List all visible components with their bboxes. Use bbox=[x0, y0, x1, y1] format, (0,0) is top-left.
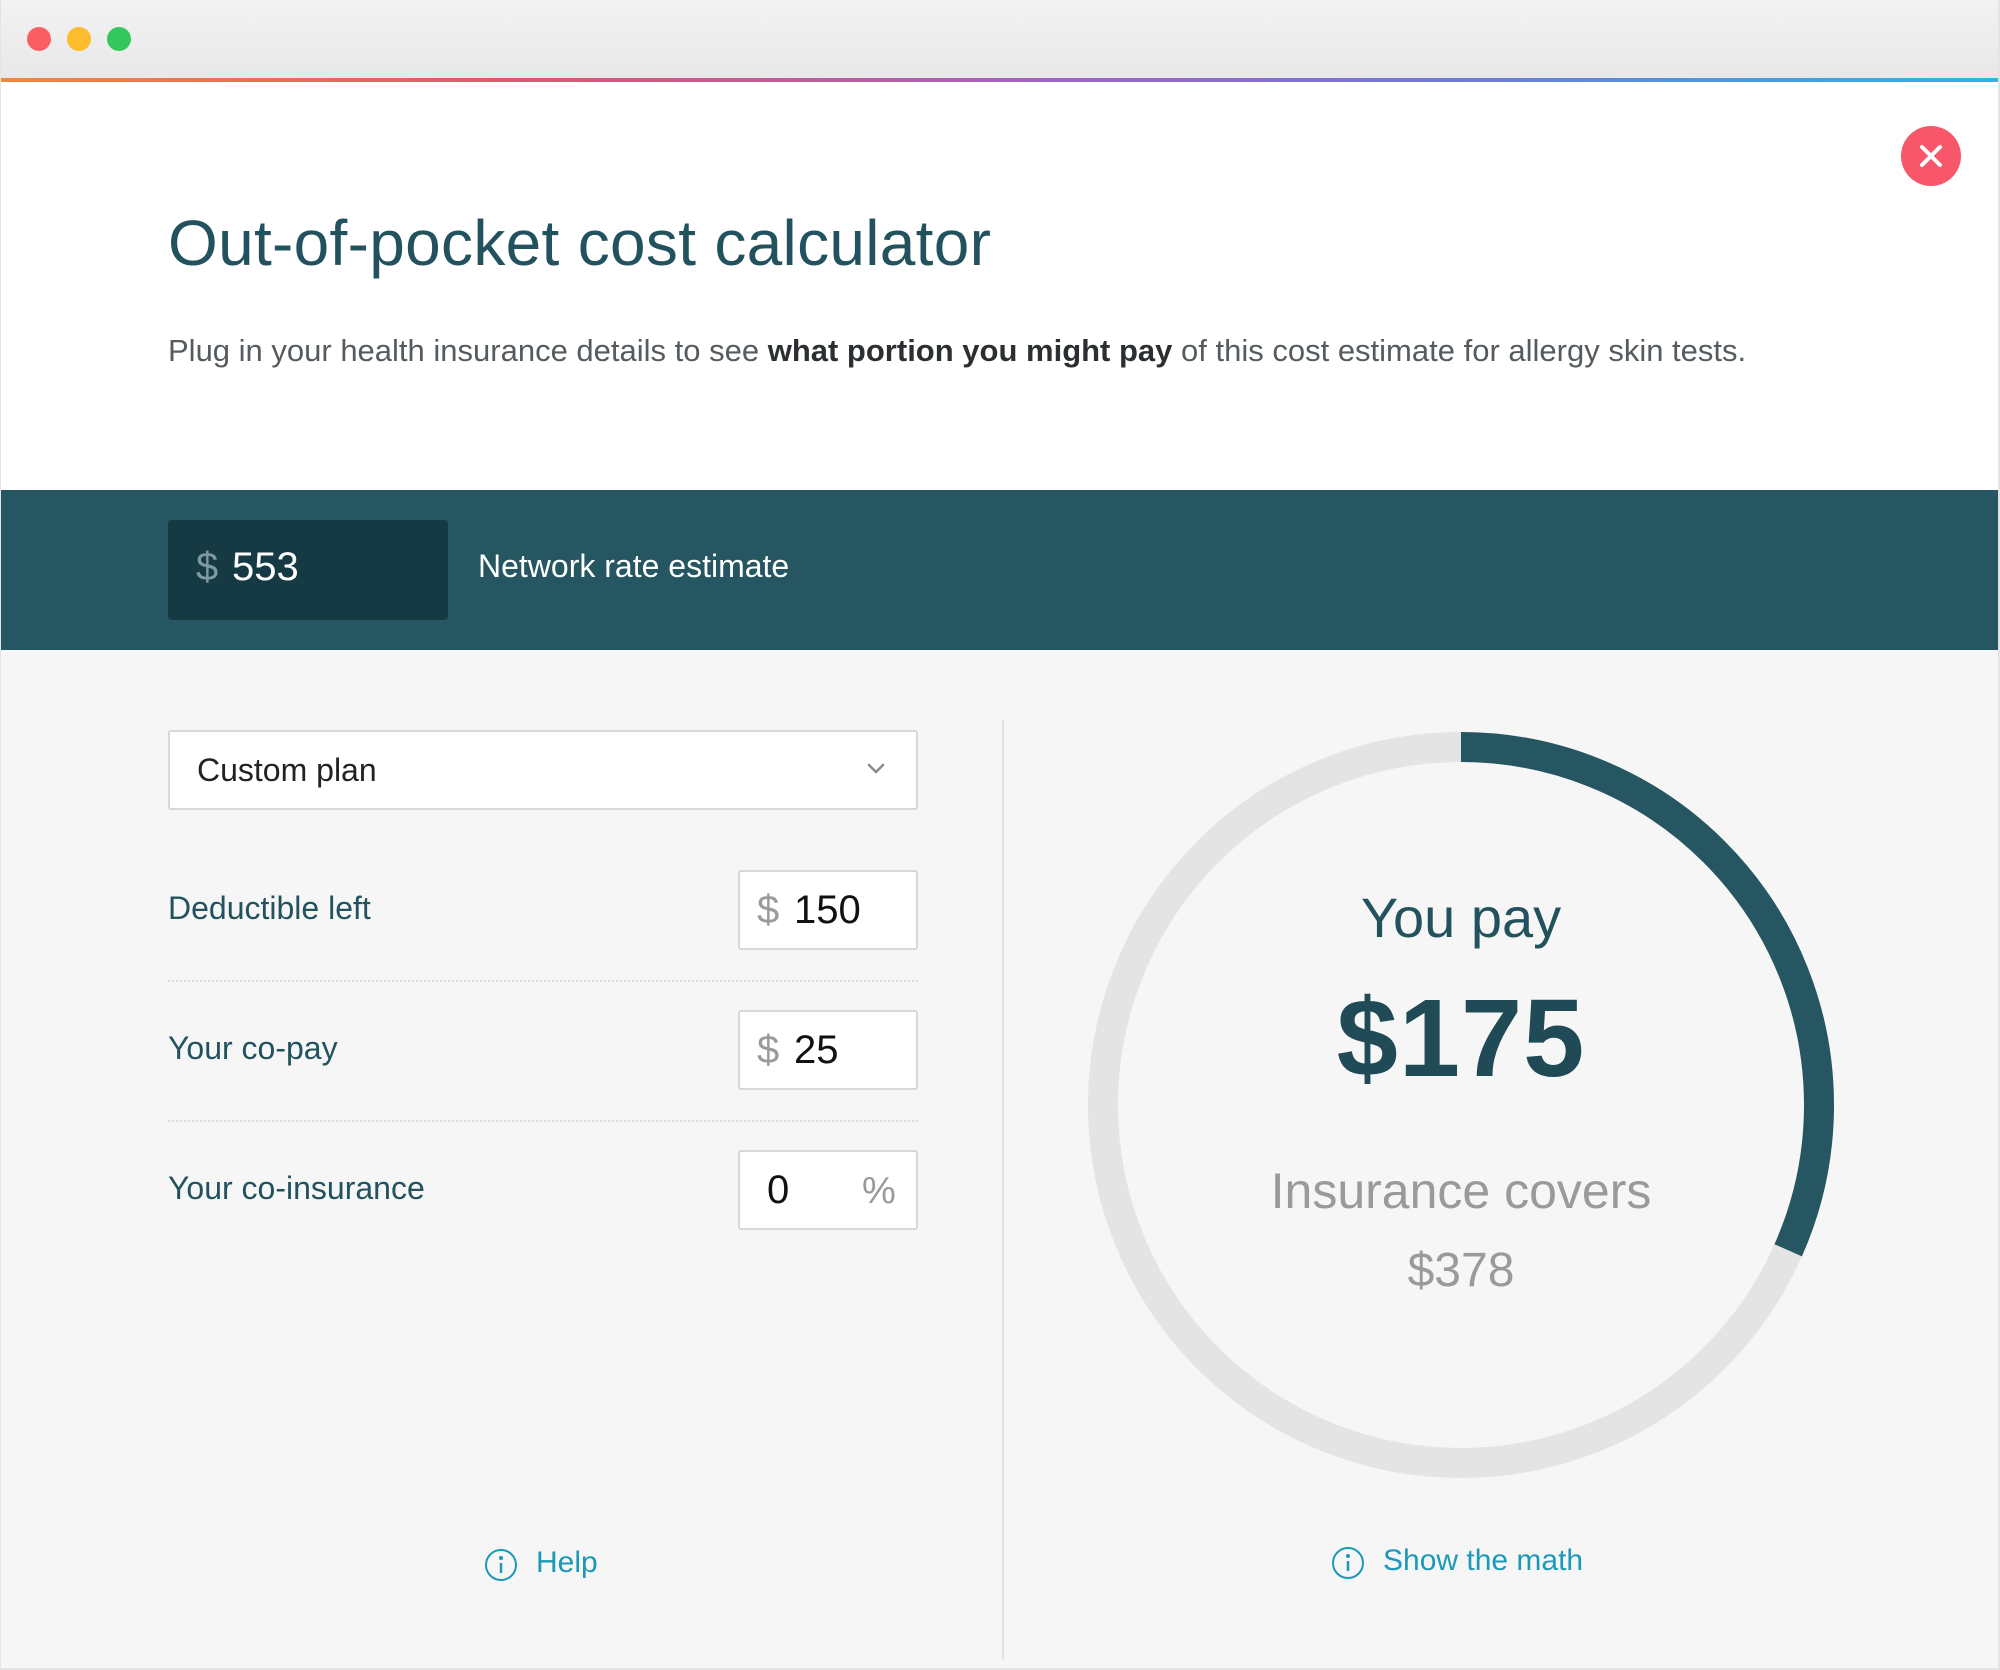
deductible-label: Deductible left bbox=[168, 890, 371, 926]
you-pay-label: You pay bbox=[1360, 886, 1562, 949]
insurance-covers-label: Insurance covers bbox=[1270, 1163, 1652, 1219]
network-rate-value: 553 bbox=[232, 545, 299, 589]
window-maximize-dot[interactable] bbox=[107, 27, 131, 51]
plan-select[interactable]: Custom plan bbox=[168, 730, 918, 810]
subtitle-text-start: Plug in your health insurance details to… bbox=[168, 333, 768, 368]
copay-input[interactable]: $ 25 bbox=[738, 1010, 918, 1090]
network-rate-band: $ 553 Network rate estimate bbox=[1, 490, 1998, 650]
page-subtitle: Plug in your health insurance details to… bbox=[168, 333, 1746, 369]
copay-currency: $ bbox=[757, 1028, 780, 1072]
help-link-label: Help bbox=[536, 1546, 598, 1579]
subtitle-text-end: of this cost estimate for allergy skin t… bbox=[1172, 333, 1747, 368]
close-icon bbox=[1920, 145, 1942, 167]
row-separator bbox=[168, 980, 918, 982]
plan-select-value: Custom plan bbox=[197, 752, 377, 788]
deductible-currency: $ bbox=[757, 888, 780, 932]
page-title: Out-of-pocket cost calculator bbox=[168, 207, 992, 279]
column-divider bbox=[1002, 720, 1004, 1660]
network-rate-box: $ 553 bbox=[168, 520, 448, 620]
cost-ring-chart bbox=[1088, 732, 1834, 1478]
subtitle-emphasis: what portion you might pay bbox=[767, 333, 1173, 368]
copay-value: 25 bbox=[794, 1028, 839, 1072]
insurance-covers-amount: $378 bbox=[1407, 1244, 1515, 1297]
row-separator bbox=[168, 1120, 918, 1122]
coinsurance-percent: % bbox=[862, 1170, 896, 1212]
help-link[interactable]: Help bbox=[484, 1546, 624, 1586]
you-pay-amount: $175 bbox=[1336, 977, 1586, 1100]
info-icon bbox=[485, 1549, 517, 1581]
window-minimize-dot[interactable] bbox=[67, 27, 91, 51]
copay-label: Your co-pay bbox=[168, 1030, 338, 1066]
gradient-divider bbox=[1, 78, 1998, 82]
coinsurance-value: 0 bbox=[767, 1168, 790, 1212]
network-rate-label: Network rate estimate bbox=[478, 548, 790, 584]
coinsurance-input[interactable]: 0 % bbox=[738, 1150, 918, 1230]
show-math-link[interactable]: Show the math bbox=[1331, 1544, 1631, 1584]
calculator-window: Out-of-pocket cost calculator Plug in yo… bbox=[0, 0, 2000, 1670]
coinsurance-label: Your co-insurance bbox=[168, 1170, 425, 1206]
deductible-input[interactable]: $ 150 bbox=[738, 870, 918, 950]
window-close-dot[interactable] bbox=[27, 27, 51, 51]
show-math-label: Show the math bbox=[1383, 1544, 1584, 1577]
deductible-value: 150 bbox=[794, 888, 861, 932]
info-icon bbox=[1332, 1547, 1364, 1579]
network-rate-currency: $ bbox=[196, 545, 219, 589]
close-button[interactable] bbox=[1901, 126, 1961, 186]
chevron-down-icon bbox=[867, 763, 885, 774]
title-bar bbox=[1, 0, 1998, 78]
calculator-body: Custom plan Deductible left $ 150 Your c… bbox=[1, 650, 1998, 1668]
